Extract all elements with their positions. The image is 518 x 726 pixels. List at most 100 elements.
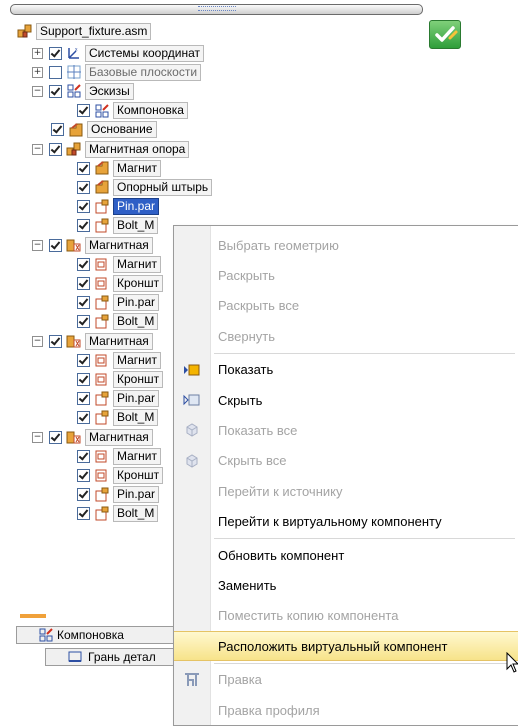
tree-row[interactable]: Магнит [77,447,162,465]
tree-row[interactable]: Опорный штырь [77,178,213,196]
tree-row[interactable]: − Магнитная [32,332,153,350]
expand-icon[interactable]: + [32,47,43,59]
assembly-icon [17,23,33,39]
menu-item[interactable]: Правка [174,665,518,695]
menu-item-icon-slot [174,230,210,260]
menu-item[interactable]: Расположить виртуальный компонент [174,631,518,662]
visibility-checkbox[interactable] [49,46,62,60]
visibility-checkbox[interactable] [77,276,90,290]
layout-button[interactable]: Компоновка [16,626,182,644]
menu-item-label: Свернуть [218,328,276,344]
tree-row[interactable]: Pin.par [77,390,160,408]
visibility-checkbox[interactable] [77,392,90,406]
visibility-checkbox[interactable] [77,180,90,194]
visibility-checkbox[interactable] [77,219,90,233]
virtual-part-icon [94,314,110,330]
menu-item[interactable]: Обновить компонент [174,540,518,570]
tree-row[interactable]: Bolt_M [77,409,159,427]
menu-item[interactable]: Поместить копию компонента [174,601,518,631]
menu-item[interactable]: Скрыть [174,385,518,415]
visibility-checkbox[interactable] [49,84,62,98]
menu-item[interactable]: Свернуть [174,321,518,351]
tree-row[interactable]: − Магнитная [32,236,153,254]
visibility-checkbox[interactable] [49,65,62,79]
expand-icon[interactable]: + [32,66,43,78]
menu-item[interactable]: Скрыть все [174,446,518,476]
tree-row[interactable]: Магнит [77,159,162,177]
visibility-checkbox[interactable] [77,200,90,214]
tree-row[interactable]: Pin.par [77,486,160,504]
menu-item[interactable]: Раскрыть [174,260,518,290]
visibility-checkbox[interactable] [77,449,90,463]
scrollbar-grip[interactable] [197,6,236,11]
menu-item-label: Скрыть [218,392,263,408]
visibility-checkbox[interactable] [77,507,90,521]
tree-row[interactable]: − Магнитная опора [32,140,190,158]
menu-item[interactable]: Раскрыть все [174,291,518,321]
visibility-checkbox[interactable] [77,315,90,329]
tree-row[interactable]: − Магнитная [32,428,153,446]
visibility-checkbox[interactable] [77,353,90,367]
tree-item-label: Bolt_M [113,505,159,523]
tree-item-label: Магнит [113,159,162,177]
show-icon [174,355,210,385]
tree-row[interactable]: Магнит [77,351,162,369]
tree-row[interactable]: Кроншт [77,466,164,484]
visibility-checkbox[interactable] [49,142,62,156]
horizontal-scrollbar[interactable] [10,4,423,15]
visibility-checkbox[interactable] [77,296,90,310]
visibility-checkbox[interactable] [49,334,62,348]
tree-row[interactable]: Bolt_M [77,217,159,235]
menu-item-label: Показать все [218,422,298,438]
tree-row[interactable]: Pin.par [77,294,160,312]
tree-row[interactable]: Bolt_M [77,505,159,523]
tree-row[interactable]: − Эскизы [32,82,134,100]
visibility-checkbox[interactable] [77,161,90,175]
tree-root[interactable]: Support_fixture.asm [17,22,152,40]
tree-row[interactable]: + Базовые плоскости [32,63,202,81]
collapse-icon[interactable]: − [32,335,43,347]
tree-row[interactable]: Pin.par [77,198,160,216]
menu-item-label: Раскрыть все [218,298,300,314]
tree-item-label: Кроншт [113,274,164,292]
tree-item-label: Основание [87,121,157,139]
menu-item[interactable]: Правка профиля [174,695,518,725]
menu-item[interactable]: Перейти к источнику [174,476,518,506]
face-label: Грань детал [88,650,156,664]
visibility-checkbox[interactable] [77,488,90,502]
menu-separator [214,662,515,664]
subassembly-icon [66,141,82,157]
menu-item[interactable]: Выбрать геометрию [174,230,518,260]
visibility-checkbox[interactable] [49,430,62,444]
tree-row[interactable]: Основание [51,121,157,139]
part-icon [94,179,110,195]
collapse-icon[interactable]: − [32,431,43,443]
menu-item-icon-slot [174,260,210,290]
tree-row[interactable]: Кроншт [77,274,164,292]
collapse-icon[interactable]: − [32,85,43,97]
collapse-icon[interactable]: − [32,239,43,251]
menu-item-icon-slot [174,570,210,600]
root-label: Support_fixture.asm [36,22,152,40]
visibility-checkbox[interactable] [49,238,62,252]
visibility-checkbox[interactable] [77,104,90,118]
menu-item[interactable]: Перейти к виртуальному компоненту [174,507,518,537]
accept-checkmark-icon[interactable] [429,20,461,49]
visibility-checkbox[interactable] [51,123,64,137]
menu-separator [214,538,515,539]
menu-item-label: Поместить копию компонента [218,608,399,624]
tree-row[interactable]: Кроншт [77,370,164,388]
tree-row[interactable]: Магнит [77,255,162,273]
menu-item[interactable]: Показать все [174,415,518,445]
tree-item-label: Магнитная [85,428,153,446]
collapse-icon[interactable]: − [32,143,43,155]
tree-row[interactable]: + x Системы координат [32,44,204,62]
visibility-checkbox[interactable] [77,257,90,271]
tree-row[interactable]: Компоновка [77,102,188,120]
visibility-checkbox[interactable] [77,411,90,425]
menu-item[interactable]: Заменить [174,570,518,600]
visibility-checkbox[interactable] [77,468,90,482]
tree-row[interactable]: Bolt_M [77,313,159,331]
visibility-checkbox[interactable] [77,372,90,386]
menu-item[interactable]: Показать [174,355,518,385]
